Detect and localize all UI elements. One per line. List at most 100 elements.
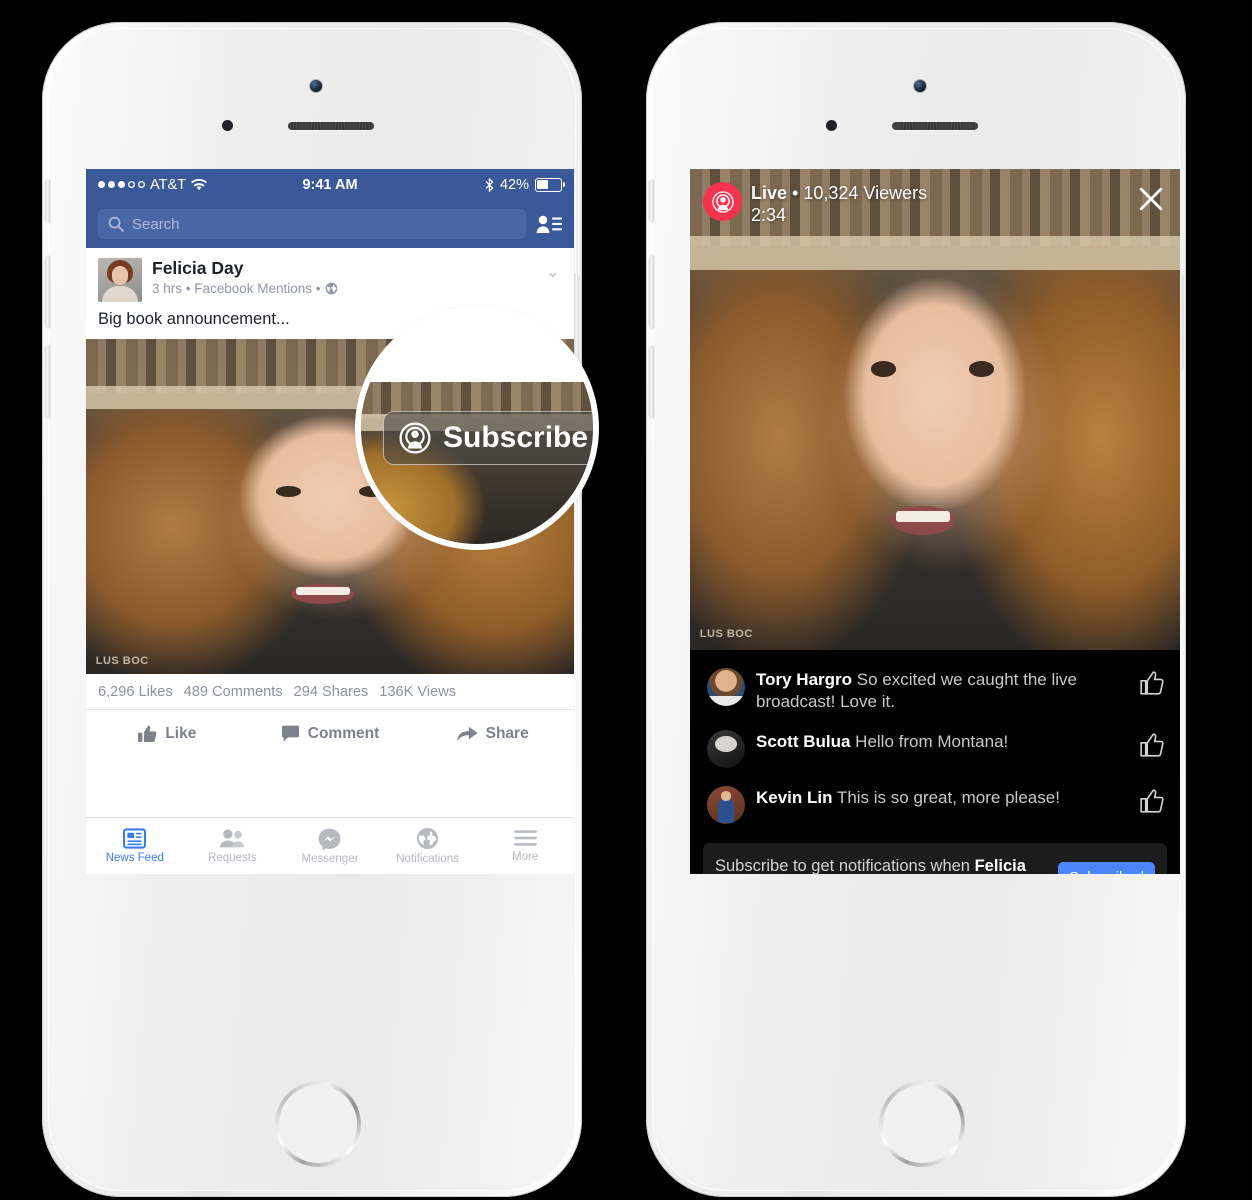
status-bar: AT&T 9:41 AM 42% xyxy=(86,169,574,200)
avatar-scott-bulua[interactable] xyxy=(707,730,745,769)
signal-strength-icon xyxy=(98,181,145,188)
comment-author[interactable]: Kevin Lin xyxy=(756,788,833,807)
tab-requests[interactable]: Requests xyxy=(184,818,282,874)
comment-bubble-icon xyxy=(281,725,299,741)
comment-row: Tory Hargro So excited we caught the liv… xyxy=(690,659,1180,721)
subscribed-button[interactable]: Subscribed xyxy=(1057,861,1155,874)
comment-body: This is so great, more please! xyxy=(832,788,1060,808)
avatar-kevin-lin[interactable] xyxy=(707,786,745,825)
subscribe-button-magnified[interactable]: Subscribe xyxy=(383,411,593,465)
post-header: Felicia Day 3 hrs • Facebook Mentions • … xyxy=(86,248,574,308)
live-status-bar: Live • 10,324 Viewers 2:34 xyxy=(703,182,927,227)
bottom-tab-bar: News Feed Requests Messenger Notificatio… xyxy=(86,817,574,874)
volume-down-button-right[interactable] xyxy=(649,346,654,418)
home-button-right[interactable] xyxy=(879,1081,965,1167)
earpiece-speaker-right xyxy=(892,122,978,130)
post-menu-chevron-down-icon[interactable]: ⌄ xyxy=(546,262,560,282)
search-placeholder: Search xyxy=(132,215,180,233)
globe-icon xyxy=(325,282,337,295)
messenger-icon xyxy=(319,828,341,850)
comment-text: Scott Bulua Hello from Montana! xyxy=(756,730,1128,753)
subscribe-notification-banner: Subscribe to get notifications when Feli… xyxy=(703,843,1167,874)
front-camera-right xyxy=(914,80,926,92)
volume-up-button-right[interactable] xyxy=(649,256,654,328)
tab-notifications[interactable]: Notifications xyxy=(379,818,477,874)
live-elapsed-time: 2:34 xyxy=(751,204,787,225)
volume-up-button-left[interactable] xyxy=(45,256,50,328)
subscribe-banner-text: Subscribe to get notifications when Feli… xyxy=(715,856,1048,874)
avatar-tory-hargro[interactable] xyxy=(707,668,745,706)
mute-switch-right[interactable] xyxy=(649,180,654,222)
share-button[interactable]: Share xyxy=(411,725,574,743)
stat-comments[interactable]: 489 Comments xyxy=(184,684,283,700)
like-button[interactable]: Like xyxy=(86,725,249,743)
tab-label-messenger: Messenger xyxy=(301,852,359,865)
video-background-text: LUS BOC xyxy=(95,655,149,668)
live-person-icon xyxy=(399,422,431,454)
subscribe-magnified-label: Subscribe xyxy=(443,421,589,454)
tab-messenger[interactable]: Messenger xyxy=(281,818,379,874)
tab-news-feed[interactable]: News Feed xyxy=(86,818,184,874)
volume-down-button-left[interactable] xyxy=(45,346,50,418)
close-icon[interactable] xyxy=(1138,186,1164,212)
subscribe-banner-prefix: Subscribe to get notifications when xyxy=(715,857,975,874)
proximity-sensor-left xyxy=(222,120,233,131)
bluetooth-icon xyxy=(485,177,494,192)
stat-shares[interactable]: 294 Shares xyxy=(294,684,369,700)
screen-right: LUS BOC Live • 10,324 Viewers 2:34 Tory … xyxy=(690,169,1180,874)
tab-label-news-feed: News Feed xyxy=(105,852,164,864)
post-meta: 3 hrs • Facebook Mentions • xyxy=(152,281,338,296)
wifi-icon xyxy=(190,178,207,190)
post-author-name[interactable]: Felicia Day xyxy=(152,258,338,278)
live-video-player[interactable]: LUS BOC Live • 10,324 Viewers 2:34 xyxy=(690,169,1180,650)
thumbs-up-icon xyxy=(138,725,157,742)
search-input[interactable]: Search xyxy=(98,209,526,239)
live-label: Live xyxy=(751,183,788,203)
battery-percent-label: 42% xyxy=(499,176,529,193)
carrier-label: AT&T xyxy=(150,176,186,193)
thumbs-up-outline-icon[interactable] xyxy=(1139,788,1165,814)
iphone-right: LUS BOC Live • 10,324 Viewers 2:34 Tory … xyxy=(646,22,1186,1197)
hamburger-more-icon xyxy=(513,830,537,846)
stat-likes[interactable]: 6,296 Likes xyxy=(98,684,173,700)
status-left: AT&T xyxy=(98,177,207,193)
live-video-screen: LUS BOC Live • 10,324 Viewers 2:34 Tory … xyxy=(690,169,1180,874)
comment-button[interactable]: Comment xyxy=(249,725,412,743)
mute-switch-left[interactable] xyxy=(45,180,50,222)
iphone-left: AT&T 9:41 AM 42% Search Felicia Day 3 hr… xyxy=(42,22,593,1197)
like-label: Like xyxy=(165,724,197,742)
comment-row: Kevin Lin This is so great, more please! xyxy=(690,777,1180,833)
live-comments-list: Tory Hargro So excited we caught the liv… xyxy=(690,650,1180,833)
subscribe-magnifier-callout: Subscribe xyxy=(361,312,593,544)
magnifier-white-area xyxy=(361,312,593,382)
status-right: 42% xyxy=(485,176,565,193)
phone-body-right: LUS BOC Live • 10,324 Viewers 2:34 Tory … xyxy=(649,28,1183,1191)
proximity-sensor-right xyxy=(826,120,837,131)
live-broadcast-icon xyxy=(703,182,742,221)
comment-author[interactable]: Scott Bulua xyxy=(756,732,850,751)
live-viewers: • 10,324 Viewers xyxy=(787,183,928,203)
comment-label: Comment xyxy=(307,724,380,742)
home-button-left[interactable] xyxy=(275,1081,361,1167)
avatar[interactable] xyxy=(98,258,142,302)
friend-requests-icon xyxy=(220,829,245,848)
tab-more[interactable]: More xyxy=(476,818,574,874)
thumbs-up-outline-icon[interactable] xyxy=(1139,732,1165,758)
thumbs-up-outline-icon[interactable] xyxy=(1139,670,1165,696)
comment-text: Tory Hargro So excited we caught the liv… xyxy=(756,668,1128,712)
tab-label-more: More xyxy=(512,851,539,863)
comment-author[interactable]: Tory Hargro xyxy=(756,670,852,689)
share-label: Share xyxy=(485,724,529,742)
tab-label-requests: Requests xyxy=(208,852,257,864)
post-stats: 6,296 Likes 489 Comments 294 Shares 136K… xyxy=(86,674,574,709)
friend-list-icon[interactable] xyxy=(536,213,562,235)
live-status-text: Live • 10,324 Viewers 2:34 xyxy=(751,182,927,227)
post-action-bar: Like Comment Share xyxy=(86,709,574,757)
comment-row: Scott Bulua Hello from Montana! xyxy=(690,721,1180,777)
facebook-navbar: Search xyxy=(86,200,574,248)
stat-views: 136K Views xyxy=(379,684,457,700)
post-author-block: Felicia Day 3 hrs • Facebook Mentions • xyxy=(152,258,338,296)
earpiece-speaker-left xyxy=(288,122,374,130)
live-video-background-text: LUS BOC xyxy=(699,628,753,641)
live-viewers-line: Live • 10,324 Viewers xyxy=(751,183,927,205)
